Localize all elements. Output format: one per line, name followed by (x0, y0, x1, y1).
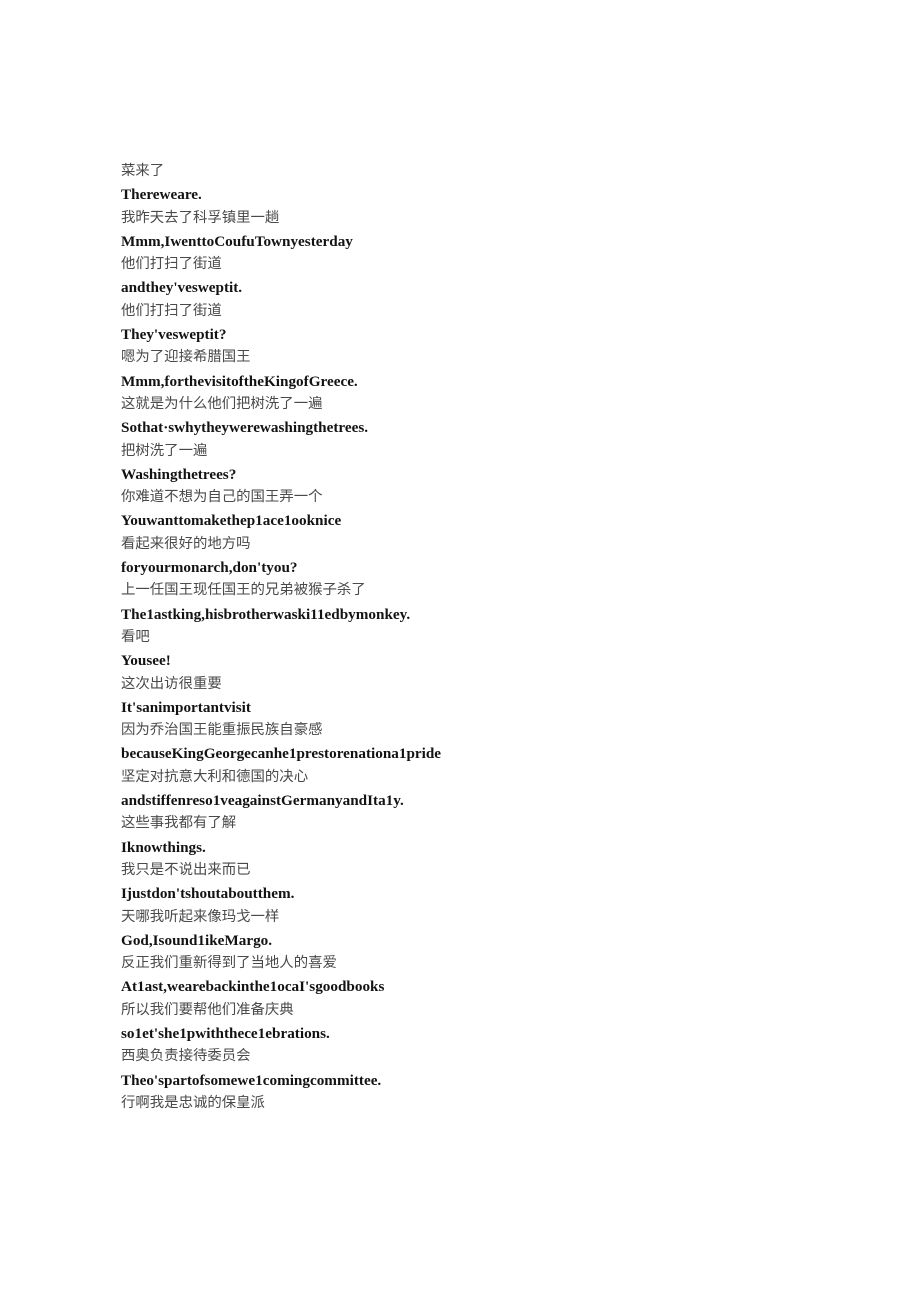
transcript-line-en: Iknowthings. (121, 838, 206, 856)
transcript-line-zh: 这些事我都有了解 (121, 815, 237, 832)
transcript-line-zh: 我只是不说出来而已 (121, 861, 251, 878)
transcript-line-en: Youwanttomakethep1ace1ooknice (121, 512, 342, 530)
transcript-line-zh: 因为乔治国王能重振民族自豪感 (121, 722, 323, 739)
transcript-line-zh: 行啊我是忠诚的保皇派 (121, 1094, 265, 1111)
transcript-line-zh: 反正我们重新得到了当地人的喜爱 (121, 955, 337, 972)
transcript-line-zh: 他们打扫了街道 (121, 302, 222, 319)
transcript-line-en: At1ast,wearebackinthe1ocaI'sgoodbooks (121, 978, 385, 996)
document-page: 菜来了 Thereweare. 我昨天去了科孚镇里一趟 Mmm,IwenttoCouf… (0, 0, 920, 1301)
transcript-text-block: 菜来了 Thereweare. 我昨天去了科孚镇里一趟 Mmm,IwenttoCouf… (121, 160, 881, 1115)
transcript-line-en: Thereweare. (121, 186, 202, 204)
transcript-line-zh: 把树洗了一遍 (121, 442, 208, 459)
transcript-line-en: andthey'vesweptit. (121, 279, 243, 297)
transcript-line-en: foryourmonarch,don'tyou? (121, 559, 298, 577)
transcript-line-zh: 西奥负责接待委员会 (121, 1048, 251, 1065)
transcript-line-zh: 他们打扫了街道 (121, 256, 222, 273)
transcript-line-zh: 你难道不想为自己的国王弄一个 (121, 489, 323, 506)
transcript-line-en: andstiffenreso1veagainstGermanyandIta1y. (121, 792, 404, 810)
transcript-line-en: They'vesweptit? (121, 326, 227, 344)
transcript-line-zh: 这就是为什么他们把树洗了一遍 (121, 395, 323, 412)
transcript-line-en: Theo'spartofsomewe1comingcommittee. (121, 1071, 382, 1089)
transcript-line-zh: 看起来很好的地方吗 (121, 535, 251, 552)
transcript-line-en: It'sanimportantvisit (121, 698, 251, 716)
transcript-line-en: God,Isound1ikeMargo. (121, 931, 273, 949)
transcript-line-zh: 坚定对抗意大利和德国的决心 (121, 768, 309, 785)
transcript-line-zh: 我昨天去了科孚镇里一趟 (121, 209, 280, 226)
transcript-line-en: Mmm,IwenttoCoufuTownyesterday (121, 232, 353, 250)
transcript-line-en: Sothat·swhytheywerewashingthetrees. (121, 419, 369, 437)
transcript-line-zh: 看吧 (121, 628, 150, 645)
transcript-line-zh: 天哪我听起来像玛戈一样 (121, 908, 280, 925)
transcript-line-zh: 这次出访很重要 (121, 675, 222, 692)
transcript-line-en: Yousee! (121, 652, 171, 670)
transcript-line-zh: 所以我们要帮他们准备庆典 (121, 1001, 294, 1018)
transcript-line-en: so1et'she1pwiththece1ebrations. (121, 1024, 330, 1042)
transcript-line-zh: 嗯为了迎接希腊国王 (121, 349, 251, 366)
transcript-line-en: Mmm,forthevisitoftheKingofGreece. (121, 372, 358, 390)
transcript-line-en: becauseKingGeorgecanhe1prestorenationa1p… (121, 745, 442, 763)
transcript-line-en: Ijustdon'tshoutaboutthem. (121, 885, 295, 903)
transcript-line-en: The1astking,hisbrotherwaski11edbymonkey. (121, 605, 411, 623)
transcript-line-en: Washingthetrees? (121, 465, 237, 483)
transcript-line-zh: 上一任国王现任国王的兄弟被猴子杀了 (121, 582, 366, 599)
transcript-line-zh: 菜来了 (121, 163, 165, 179)
